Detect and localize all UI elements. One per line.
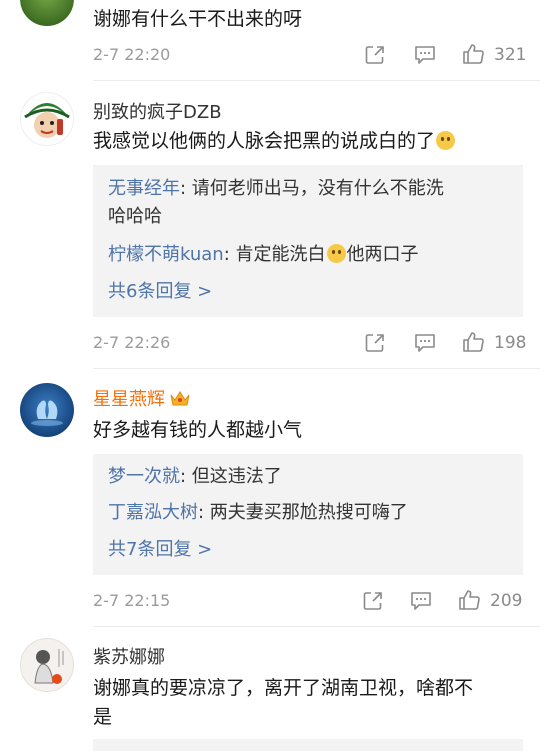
username[interactable]: 紫苏娜娜 <box>93 643 165 669</box>
comment-icon[interactable] <box>410 591 432 611</box>
username[interactable]: 星星燕辉 <box>93 385 191 411</box>
reply-text: : 两夫妻买那尬热搜可嗨了 <box>198 502 408 523</box>
reply-item[interactable]: 无事经年: 请何老师出马，没有什么不能洗 哈哈哈 <box>108 175 513 231</box>
comment-text: 我感觉以他俩的人脉会把黑的说成白的了 <box>93 127 513 155</box>
avatar[interactable] <box>20 383 74 437</box>
reply-box[interactable]: 无事经年: 请何老师出马，没有什么不能洗 哈哈哈 柠檬不萌kuan: 肯定能洗白… <box>93 165 523 317</box>
avatar-illustration-icon <box>34 649 64 684</box>
comment-time: 2-7 22:15 <box>93 591 171 610</box>
reply-author[interactable]: 无事经年 <box>108 178 180 199</box>
reply-text: : 请何老师出马，没有什么不能洗 <box>180 178 444 199</box>
comment-icon[interactable] <box>414 45 436 65</box>
divider <box>93 80 540 81</box>
crown-icon <box>170 391 190 406</box>
comment-text: 谢娜有什么干不出来的呀 <box>93 8 303 30</box>
username[interactable]: 别致的疯子DZB <box>93 98 222 124</box>
reply-text-continued: 哈哈哈 <box>108 206 162 227</box>
username-text[interactable]: 星星燕辉 <box>93 389 165 410</box>
comment-text: 好多越有钱的人都越小气 <box>93 419 303 441</box>
like-icon[interactable] <box>458 588 482 612</box>
like-count: 321 <box>494 45 527 65</box>
reply-item[interactable]: 梦一次就: 但这违法了 <box>108 463 513 491</box>
like-icon[interactable] <box>462 330 486 354</box>
comment-icon[interactable] <box>414 333 436 353</box>
share-icon[interactable] <box>362 590 384 612</box>
comment-text-continued: 是 <box>93 706 113 728</box>
reply-text: : 但这违法了 <box>180 466 282 487</box>
reply-author[interactable]: 柠檬不萌kuan <box>108 244 224 265</box>
avatar-illustration-icon <box>24 103 70 138</box>
reply-author[interactable]: 丁嘉泓大树 <box>108 502 198 523</box>
avatar[interactable] <box>20 92 74 146</box>
avatar[interactable] <box>20 0 74 26</box>
more-replies-link[interactable]: 共6条回复 > <box>108 278 513 306</box>
share-icon[interactable] <box>364 44 386 66</box>
like-count: 198 <box>494 333 527 353</box>
reply-box[interactable]: 梦一次就: 但这违法了 丁嘉泓大树: 两夫妻买那尬热搜可嗨了 共7条回复 > <box>93 454 523 575</box>
comment-text-body: 我感觉以他俩的人脉会把黑的说成白的了 <box>93 130 436 152</box>
divider <box>93 368 540 369</box>
avatar[interactable] <box>20 638 74 692</box>
divider <box>93 626 540 627</box>
comment-time: 2-7 22:26 <box>93 333 171 352</box>
share-icon[interactable] <box>364 332 386 354</box>
like-icon[interactable] <box>462 42 486 66</box>
like-count: 209 <box>490 591 523 611</box>
smile-emoji <box>326 244 346 263</box>
reply-text: : 肯定能洗白 <box>223 244 326 265</box>
reply-item[interactable]: 柠檬不萌kuan: 肯定能洗白 他两口子 <box>108 241 513 269</box>
reply-text-after-emoji: 他两口子 <box>346 244 419 265</box>
comment-time: 2-7 22:20 <box>93 45 171 64</box>
smile-emoji <box>436 131 456 150</box>
comment-text-body: 谢娜真的要凉凉了，离开了湖南卫视，啥都不 <box>93 677 474 699</box>
comment-text: 谢娜真的要凉凉了，离开了湖南卫视，啥都不 是 <box>93 674 513 732</box>
more-replies-link[interactable]: 共7条回复 > <box>108 536 513 564</box>
reply-item[interactable]: 丁嘉泓大树: 两夫妻买那尬热搜可嗨了 <box>108 499 513 527</box>
avatar-swan-icon <box>31 400 63 426</box>
reply-author[interactable]: 梦一次就 <box>108 466 180 487</box>
reply-box[interactable] <box>93 739 523 751</box>
